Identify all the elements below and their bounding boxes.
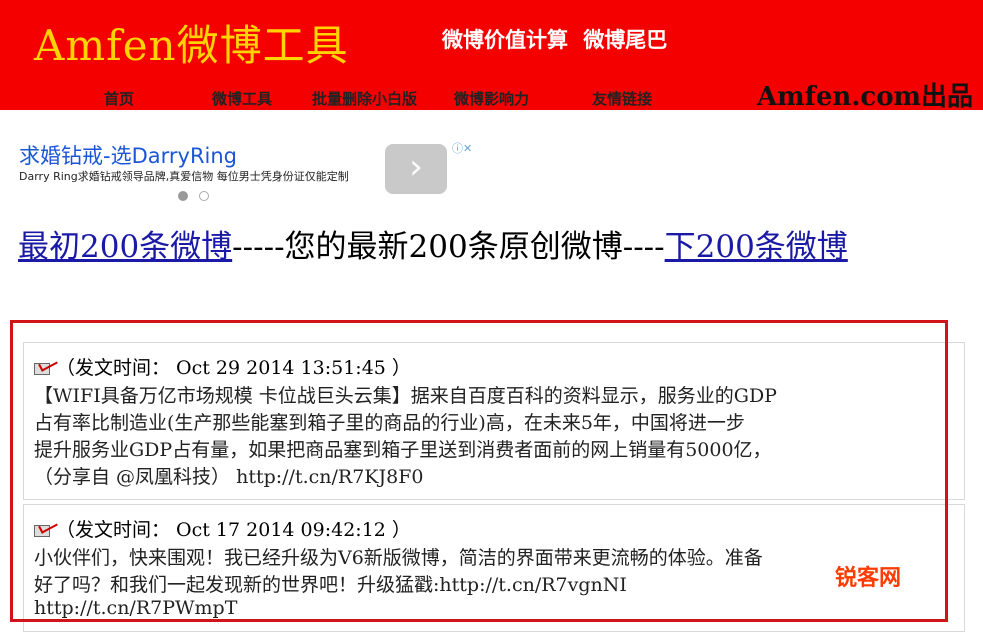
- highlight-frame: [10, 320, 948, 622]
- heading-separator: ----: [622, 229, 665, 265]
- ad-info-close-icon[interactable]: ⓘ✕: [452, 140, 472, 156]
- brand-mark: Amfen.com出品: [757, 82, 974, 112]
- page-heading: 最初200条微博-----您的最新200条原创微博----下200条微博: [18, 228, 968, 266]
- heading-title: 您的最新200条原创微博: [284, 229, 623, 265]
- carousel-dot[interactable]: [199, 191, 210, 201]
- nav-item-tools[interactable]: 微博工具: [212, 88, 272, 109]
- first-200-link[interactable]: 最初200条微博: [18, 229, 232, 265]
- tagline-value-calc[interactable]: 微博价值计算: [442, 28, 568, 52]
- site-header: Amfen微博工具 微博价值计算 微博尾巴 首页 微博工具 批量删除小白版 微博…: [0, 0, 983, 112]
- next-200-link[interactable]: 下200条微博: [665, 229, 848, 265]
- nav-item-friend-links[interactable]: 友情链接: [592, 88, 652, 109]
- ad-title[interactable]: 求婚钻戒-选DarryRing: [19, 140, 237, 170]
- nav-item-home[interactable]: 首页: [104, 88, 134, 109]
- nav-item-batch-delete[interactable]: 批量删除小白版: [312, 88, 417, 109]
- watermark-logo: 锐客网: [835, 566, 902, 591]
- heading-separator: -----: [232, 229, 285, 265]
- ad-carousel-dots: [178, 186, 215, 205]
- ad-banner[interactable]: 求婚钻戒-选DarryRing Darry Ring求婚钻戒领导品牌,真爱信物 …: [14, 138, 488, 201]
- ad-next-arrow-icon[interactable]: ›: [385, 144, 447, 194]
- carousel-dot-active[interactable]: [178, 191, 188, 201]
- tagline-weibo-tail[interactable]: 微博尾巴: [583, 28, 667, 52]
- nav-item-influence[interactable]: 微博影响力: [454, 88, 529, 109]
- ad-description: Darry Ring求婚钻戒领导品牌,真爱信物 每位男士凭身份证仅能定制: [19, 170, 349, 183]
- site-logo[interactable]: Amfen微博工具: [34, 12, 349, 73]
- header-taglines: 微博价值计算 微博尾巴: [442, 24, 675, 54]
